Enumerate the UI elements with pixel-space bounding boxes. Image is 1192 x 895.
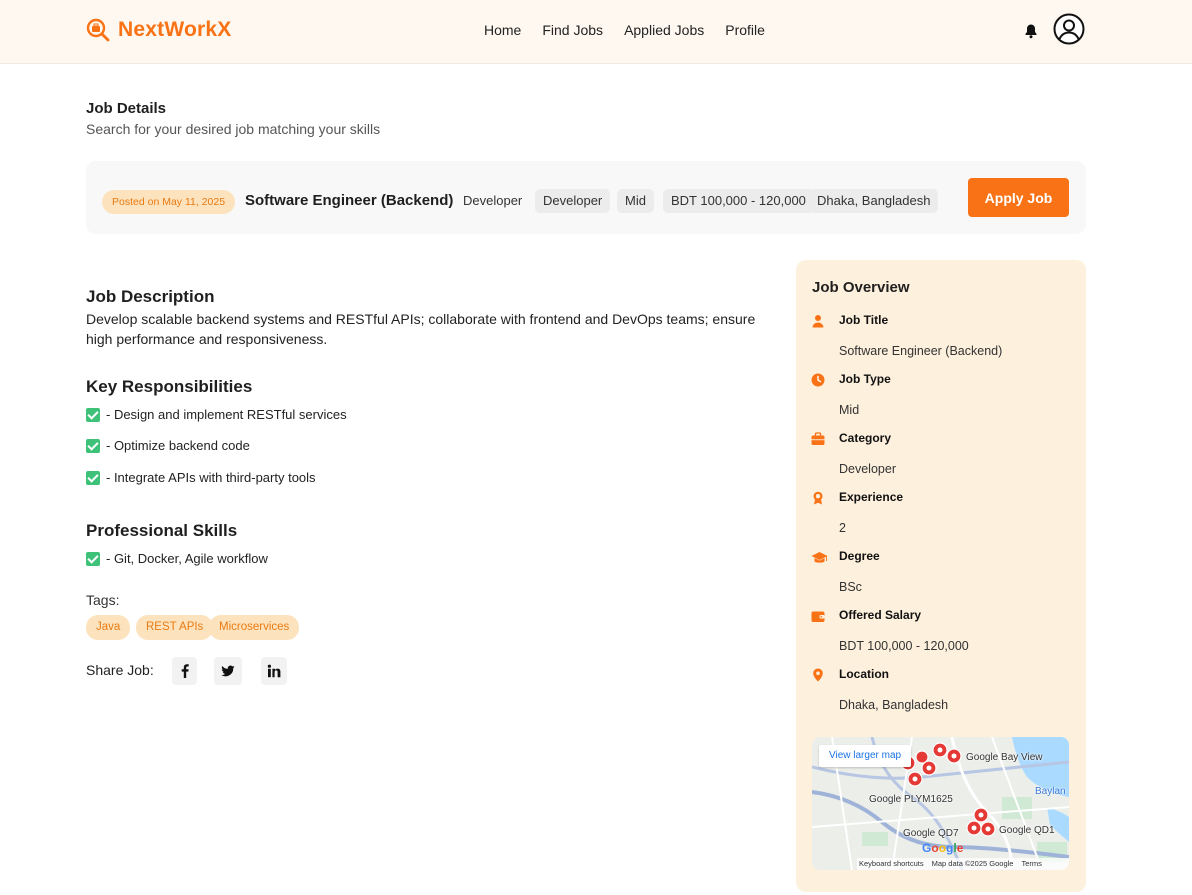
chip-category: Developer [535,189,611,213]
chip-location: Dhaka, Bangladesh [809,189,939,213]
google-logo: Google [922,841,964,855]
tag-rest-apis[interactable]: REST APIs [136,615,214,640]
overview-value-experience: 2 [839,521,846,535]
share-twitter-button[interactable] [214,657,242,685]
linkedin-icon [267,664,281,678]
brand-logo[interactable]: NextWorkX [86,18,231,42]
overview-value-degree: BSc [839,580,862,594]
tag-microservices[interactable]: Microservices [209,615,300,640]
list-item: - Integrate APIs with third-party tools [86,470,316,485]
page-subtitle: Search for your desired job matching you… [86,121,381,137]
search-briefcase-icon [86,18,110,42]
user-avatar-icon[interactable] [1053,13,1085,45]
job-description-text: Develop scalable backend systems and RES… [86,311,756,347]
posted-date-badge: Posted on May 11, 2025 [102,190,236,214]
overview-title: Job Overview [812,279,910,296]
tags-label: Tags: [86,592,120,608]
nav-find-jobs[interactable]: Find Jobs [542,22,603,38]
twitter-icon [221,665,235,677]
map-terms-link[interactable]: Terms [1021,858,1041,870]
page-title: Job Details [86,100,167,117]
responsibilities-heading: Key Responsibilities [86,377,253,396]
main-nav: Home Find Jobs Applied Jobs Profile [484,22,765,38]
overview-label-category: Category [839,431,892,445]
checkbox-checked-icon [86,438,100,453]
job-title: Software Engineer (Backend) [245,192,454,209]
tag-java[interactable]: Java [86,615,131,640]
brand-name: NextWorkX [118,18,232,41]
facebook-icon [181,664,189,678]
job-category-text: Developer [463,193,523,208]
overview-label-experience: Experience [839,490,904,504]
overview-value-job-type: Mid [839,403,860,417]
job-description-heading: Job Description [86,287,215,306]
list-item: - Optimize backend code [86,438,250,453]
briefcase-icon [811,432,825,445]
overview-value-job-title: Software Engineer (Backend) [839,344,1003,358]
map-footer: Keyboard shortcuts Map data ©2025 Google… [857,858,1069,870]
wallet-icon [811,611,825,622]
checkbox-checked-icon [86,551,100,566]
graduation-cap-icon [811,552,828,563]
clock-icon [811,373,825,387]
job-overview-card: Job Overview Job Title Software Engineer… [796,260,1086,892]
overview-value-location: Dhaka, Bangladesh [839,698,949,712]
checkbox-checked-icon [86,407,100,422]
location-pin-icon [813,668,823,682]
location-map[interactable]: View larger map Google Bay View Google P… [812,737,1069,870]
share-facebook-button[interactable] [172,657,197,685]
nav-home[interactable]: Home [484,22,521,38]
overview-value-salary: BDT 100,000 - 120,000 [839,639,969,653]
chip-level: Mid [617,189,654,213]
user-icon [812,315,824,328]
checkbox-checked-icon [86,470,100,485]
award-icon [813,491,823,505]
map-label: Google Bay View [966,752,1043,763]
apply-job-button[interactable]: Apply Job [968,178,1069,217]
nav-applied-jobs[interactable]: Applied Jobs [624,22,704,38]
overview-label-degree: Degree [839,549,880,563]
map-label: Google PLYM1625 [869,794,953,805]
overview-value-category: Developer [839,462,896,476]
top-header: NextWorkX Home Find Jobs Applied Jobs Pr… [0,0,1192,64]
view-larger-map-link[interactable]: View larger map [819,745,912,767]
share-label: Share Job: [86,662,154,678]
share-linkedin-button[interactable] [261,657,287,685]
overview-label-job-title: Job Title [839,313,889,327]
job-summary-bar: Posted on May 11, 2025 Software Engineer… [86,161,1086,234]
skills-heading: Professional Skills [86,521,238,540]
map-label: Baylan [1035,786,1066,797]
chip-salary: BDT 100,000 - 120,000 [663,189,814,213]
overview-label-job-type: Job Type [839,372,891,386]
map-label: Google QD7 [903,828,959,839]
map-data-attribution: Map data ©2025 Google [931,859,1014,868]
bell-icon[interactable] [1023,23,1039,39]
overview-label-salary: Offered Salary [839,608,922,622]
overview-label-location: Location [839,667,889,681]
list-item: - Git, Docker, Agile workflow [86,551,268,566]
keyboard-shortcuts-link[interactable]: Keyboard shortcuts [859,858,924,870]
nav-profile[interactable]: Profile [725,22,765,38]
list-item: - Design and implement RESTful services [86,407,347,422]
map-label: Google QD1 [999,825,1055,836]
